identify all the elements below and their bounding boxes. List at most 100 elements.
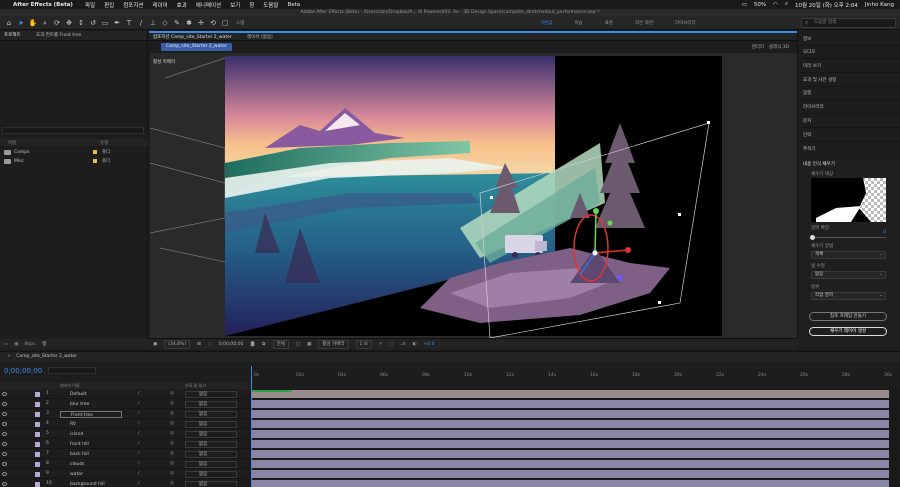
range-dropdown[interactable]: 작업 영역 ⌄ — [811, 292, 886, 300]
tab-layer[interactable]: 레이어 (없음) — [247, 35, 273, 40]
home-icon[interactable]: ⌂ — [4, 18, 14, 28]
new-comp-icon[interactable]: ▣ — [14, 342, 18, 347]
renderer-value[interactable]: 클래식 3D — [769, 44, 789, 50]
workspace-default[interactable]: 기본값 — [540, 20, 552, 26]
pencil-icon[interactable]: ∕ — [138, 441, 140, 446]
workspace-libraries[interactable]: 라이브러리 — [675, 20, 696, 26]
help-search-input[interactable]: ⌕ 도움말 검색 — [801, 18, 896, 28]
grid-icon[interactable]: ⊞ — [197, 342, 201, 347]
wifi-icon[interactable]: ◠ — [773, 2, 778, 8]
layer-row[interactable]: 1 Default ∕ ◎ 없음 — [0, 390, 249, 399]
layer-row[interactable]: 5 island ∕ ◎ 없음 — [0, 430, 249, 439]
panel-info[interactable]: 정보 — [803, 36, 811, 42]
trash-icon[interactable]: 🗑 — [42, 342, 48, 347]
pencil-icon[interactable]: ∕ — [138, 461, 140, 466]
layer-name[interactable]: back hill — [60, 451, 122, 458]
eraser-tool-icon[interactable]: ◇ — [160, 18, 170, 28]
views-dropdown[interactable]: 1 보 — [355, 339, 372, 349]
pencil-icon[interactable]: ∕ — [138, 411, 140, 416]
pick-whip-icon[interactable]: ◎ — [170, 451, 174, 456]
timeline-tab[interactable]: × Camp_site_Starter 2_water — [0, 352, 900, 362]
layer-name[interactable]: clouds — [60, 461, 122, 468]
label-color-swatch[interactable] — [35, 452, 40, 457]
camera-dropdown[interactable]: 활성 카메라 — [318, 339, 349, 349]
layer-bar[interactable] — [252, 450, 889, 458]
visibility-eye-icon[interactable] — [2, 452, 7, 456]
label-color-swatch[interactable] — [35, 422, 40, 427]
layer-row[interactable]: 8 clouds ∕ ◎ 없음 — [0, 460, 249, 469]
panel-paragraph[interactable]: 단락 — [803, 132, 811, 138]
channel-icon[interactable]: ✿ — [262, 342, 266, 347]
pick-whip-icon[interactable]: ◎ — [170, 431, 174, 436]
parent-dropdown[interactable]: 없음 — [185, 391, 237, 398]
panel-align[interactable]: 맞춤 — [803, 90, 811, 96]
roto-tool-icon[interactable]: ✎ — [172, 18, 182, 28]
layer-name[interactable]: island — [60, 431, 122, 438]
close-icon[interactable]: × — [7, 354, 11, 359]
column-type[interactable]: 유형 — [100, 140, 108, 146]
menu-help[interactable]: 도움말 — [263, 1, 278, 9]
label-color-swatch[interactable] — [93, 150, 97, 154]
panel-character[interactable]: 문자 — [803, 118, 811, 124]
layer-name[interactable]: Front tree — [60, 411, 122, 418]
visibility-eye-icon[interactable] — [2, 482, 7, 486]
rect-tool-icon[interactable]: ▭ — [100, 18, 110, 28]
pick-whip-icon[interactable]: ◎ — [170, 471, 174, 476]
label-color-swatch[interactable] — [35, 482, 40, 487]
layer-row[interactable]: 7 back hill ∕ ◎ 없음 — [0, 450, 249, 459]
tab-composition[interactable]: 컴포지션 Camp_site_Starter 2_water — [153, 35, 232, 40]
layer-name[interactable]: water — [60, 471, 122, 478]
menu-window[interactable]: 창 — [249, 1, 254, 9]
label-color-swatch[interactable] — [35, 462, 40, 467]
visibility-eye-icon[interactable] — [2, 472, 7, 476]
menu-file[interactable]: 파일 — [85, 1, 95, 9]
exposure-value[interactable]: +0.0 — [424, 342, 435, 347]
roi-icon[interactable]: ▢ — [296, 342, 300, 347]
transparency-icon[interactable]: ▦ — [307, 342, 311, 347]
hand-tool-icon[interactable]: ✋ — [28, 18, 38, 28]
lighting-correction-dropdown[interactable]: 없음 ⌄ — [811, 271, 886, 279]
axis-scale-icon[interactable]: ▢ — [220, 18, 230, 28]
layer-row[interactable]: 2 blur tree ∕ ◎ 없음 — [0, 400, 249, 409]
user-name[interactable]: Jinho Kang — [865, 2, 894, 8]
pencil-icon[interactable]: ∕ — [138, 391, 140, 396]
layer-row[interactable]: 4 RV ∕ ◎ 없음 — [0, 420, 249, 429]
generate-fill-layer-button[interactable]: 채우기 레이어 생성 — [809, 327, 887, 336]
parent-dropdown[interactable]: 없음 — [185, 421, 237, 428]
layer-name[interactable]: blur tree — [60, 401, 122, 408]
layer-name[interactable]: RV — [60, 421, 122, 428]
pen-tool-icon[interactable]: ✒ — [112, 18, 122, 28]
workspace-standard[interactable]: 표준 — [605, 20, 613, 26]
parent-dropdown[interactable]: 없음 — [185, 471, 237, 478]
time-ruler[interactable]: 0s 02s 04s 06s 08s 10s 12s 14s 16s 18s 20s 22s 24s 26… — [250, 368, 900, 382]
orbit-tool-icon[interactable]: ⟳ — [52, 18, 62, 28]
label-color-swatch[interactable] — [35, 442, 40, 447]
tab-effect-controls[interactable]: 효과 컨트롤 Front tree — [36, 33, 81, 38]
label-color-swatch[interactable] — [35, 472, 40, 477]
layer-bar[interactable] — [252, 430, 889, 438]
layer-bar[interactable] — [252, 440, 889, 448]
pick-whip-icon[interactable]: ◎ — [170, 411, 174, 416]
pencil-icon[interactable]: ∕ — [138, 421, 140, 426]
current-time-indicator[interactable] — [251, 366, 252, 487]
visibility-eye-icon[interactable] — [2, 442, 7, 446]
layer-bar[interactable] — [252, 470, 889, 478]
spotlight-icon[interactable]: ⌕ — [785, 1, 788, 8]
panel-tracker[interactable]: 추적기 — [803, 146, 815, 152]
visibility-eye-icon[interactable] — [2, 432, 7, 436]
layer-bar[interactable] — [252, 400, 889, 408]
dolly-tool-icon[interactable]: ↕ — [76, 18, 86, 28]
visibility-eye-icon[interactable] — [2, 462, 7, 466]
zoom-tool-icon[interactable]: ⌕ — [40, 18, 50, 28]
label-color-swatch[interactable] — [35, 392, 40, 397]
layer-bar[interactable] — [252, 410, 889, 418]
app-name[interactable]: After Effects (Beta) — [13, 2, 73, 8]
visibility-eye-icon[interactable] — [2, 412, 7, 416]
parent-dropdown[interactable]: 없음 — [185, 461, 237, 468]
brush-tool-icon[interactable]: ∕ — [136, 18, 146, 28]
timeline-search-input[interactable] — [48, 367, 96, 374]
layer-row[interactable]: 9 water ∕ ◎ 없음 — [0, 470, 249, 479]
pencil-icon[interactable]: ∕ — [138, 431, 140, 436]
visibility-eye-icon[interactable] — [2, 402, 7, 406]
panel-effects-presets[interactable]: 효과 및 사전 설정 — [803, 77, 836, 83]
